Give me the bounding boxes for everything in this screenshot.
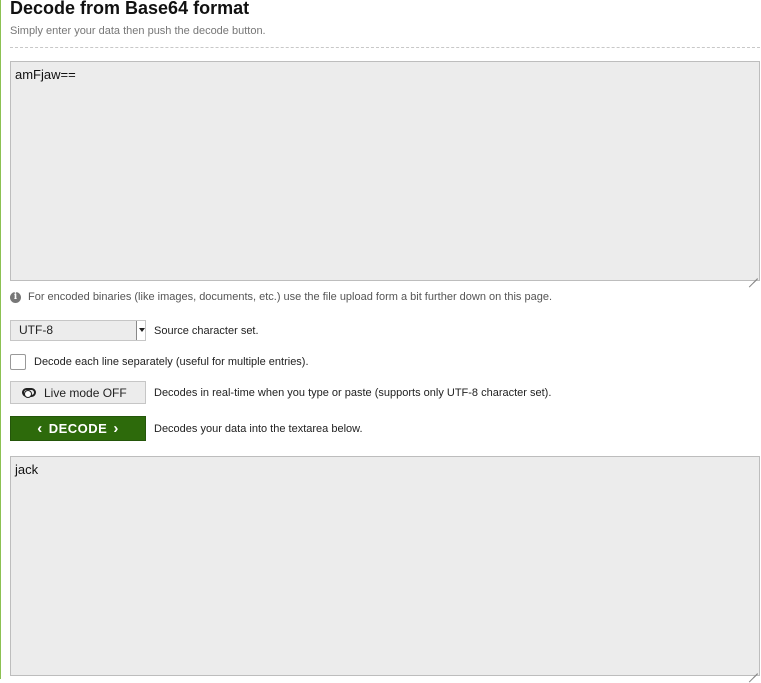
- charset-label: Source character set.: [154, 324, 259, 337]
- page-subtitle: Simply enter your data then push the dec…: [10, 25, 266, 37]
- decode-lines-checkbox[interactable]: [10, 354, 26, 370]
- resize-handle-icon[interactable]: [748, 664, 758, 674]
- charset-select[interactable]: UTF-8: [10, 320, 146, 341]
- output-textarea[interactable]: jack: [10, 456, 760, 676]
- charset-selected-value: UTF-8: [19, 323, 53, 337]
- divider: [10, 47, 760, 48]
- chevron-right-icon: ›: [113, 420, 119, 437]
- toggle-off-icon: [22, 388, 36, 398]
- page: Decode from Base64 format Simply enter y…: [0, 0, 761, 679]
- chevron-left-icon: ‹: [37, 420, 43, 437]
- decode-button-label: DECODE: [48, 421, 108, 436]
- decode-description: Decodes your data into the textarea belo…: [154, 422, 363, 435]
- line-option-row: Decode each line separately (useful for …: [10, 354, 309, 370]
- live-mode-row: Live mode OFF Decodes in real-time when …: [10, 381, 551, 404]
- file-upload-note: i For encoded binaries (like images, doc…: [10, 291, 552, 303]
- page-title: Decode from Base64 format: [10, 0, 250, 18]
- input-textarea[interactable]: amFjaw==: [10, 61, 760, 281]
- output-text: jack: [15, 462, 39, 477]
- input-text: amFjaw==: [15, 67, 76, 82]
- live-mode-description: Decodes in real-time when you type or pa…: [154, 386, 552, 399]
- live-mode-button[interactable]: Live mode OFF: [10, 381, 146, 404]
- decode-button[interactable]: ‹ DECODE ›: [10, 416, 146, 441]
- resize-handle-icon[interactable]: [748, 269, 758, 279]
- charset-row: UTF-8 Source character set.: [10, 320, 259, 341]
- decode-lines-label[interactable]: Decode each line separately (useful for …: [34, 356, 309, 368]
- chevron-down-icon: [136, 321, 145, 340]
- file-upload-note-text: For encoded binaries (like images, docum…: [28, 291, 553, 303]
- decode-row: ‹ DECODE › Decodes your data into the te…: [10, 416, 363, 441]
- info-icon: i: [10, 291, 21, 303]
- live-mode-button-label: Live mode OFF: [44, 385, 127, 400]
